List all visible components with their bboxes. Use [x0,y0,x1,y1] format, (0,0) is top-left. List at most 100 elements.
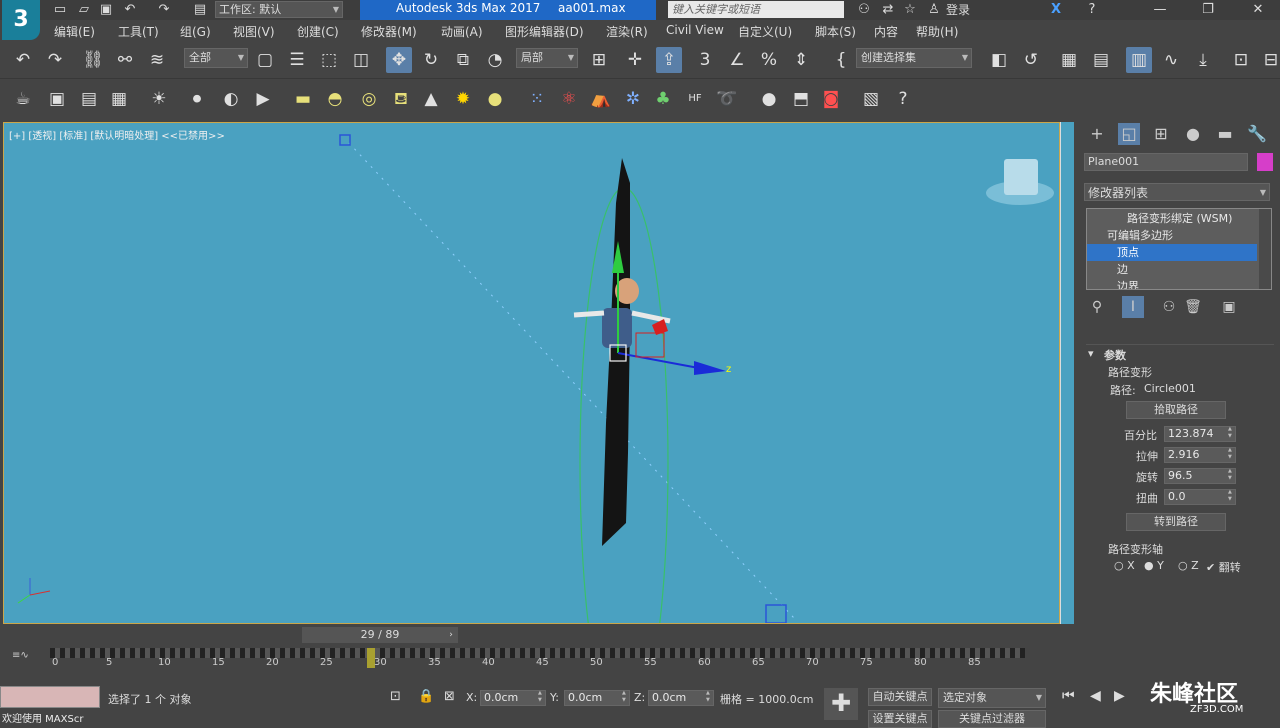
move-to-path-button[interactable]: 转到路径 [1126,513,1226,531]
menu-tools[interactable]: 工具(T) [118,23,159,40]
curve-editor-mini-icon[interactable]: ≡∿ [12,650,29,661]
menu-create[interactable]: 创建(C) [297,23,339,40]
select-and-scale-icon[interactable]: ⧉ [450,47,476,73]
menu-rendering[interactable]: 渲染(R) [606,23,648,40]
lock-selection-icon[interactable]: 🔒 [418,689,434,704]
utilities-tab-icon[interactable]: 🔧 [1246,123,1268,145]
select-and-move-icon[interactable]: ✥ [386,47,412,73]
user-icon[interactable]: ♙ [926,2,942,18]
scene-explorer-icon[interactable]: ▦ [1056,47,1082,73]
twist-spinner[interactable]: 0.0 [1164,489,1236,505]
menu-customize[interactable]: 自定义(U) [738,23,792,40]
menu-edit[interactable]: 编辑(E) [54,23,95,40]
new-file-icon[interactable]: ▭ [52,2,68,18]
binoculars-icon[interactable]: ⚇ [856,2,872,18]
select-object-icon[interactable]: ▢ [252,47,278,73]
project-folder-icon[interactable]: ▤ [192,2,208,18]
modifier-list-dropdown[interactable]: 修改器列表 [1084,183,1270,202]
pick-path-button[interactable]: 拾取路径 [1126,401,1226,419]
grass-icon[interactable]: ♣ [650,86,676,112]
menu-modifiers[interactable]: 修改器(M) [361,23,417,40]
sphere-icon[interactable]: ◎ [356,86,382,112]
settings-panel-icon[interactable]: ▧ [858,86,884,112]
isolate-selection-icon[interactable]: ⊡ [390,689,401,704]
hemisphere-icon[interactable]: ◐ [218,86,244,112]
stack-item-vertex[interactable]: 顶点 [1087,244,1257,261]
track-bar[interactable]: ≡∿ [0,646,1030,670]
disc-icon[interactable]: ● [482,86,508,112]
menu-civil-view[interactable]: Civil View [666,23,724,37]
workspace-dropdown[interactable]: 工作区: 默认 [215,1,343,18]
material-sphere-icon[interactable]: ● [756,86,782,112]
key-filters-button[interactable]: 关键点过滤器 [938,710,1046,728]
z-coord-field[interactable]: 0.0cm [648,690,714,706]
time-slider[interactable]: 29 / 89 [302,627,458,643]
select-and-rotate-icon[interactable]: ↻ [418,47,444,73]
plane-icon[interactable]: ▬ [290,86,316,112]
menu-animation[interactable]: 动画(A) [441,23,483,40]
maxscript-listener-input[interactable] [0,686,100,708]
close-icon[interactable]: ✕ [1250,2,1266,18]
percent-spinner[interactable]: 123.874 [1164,426,1236,442]
texture-map-icon[interactable]: ⬒ [788,86,814,112]
show-end-result-icon[interactable]: Ⅰ [1122,296,1144,318]
snaps-toggle-icon[interactable]: 3 [692,47,718,73]
keyboard-shortcut-override-icon[interactable]: ⇪ [656,47,682,73]
render-frame-icon[interactable]: ▣ [44,86,70,112]
perspective-viewport[interactable]: [+] [透视] [标准] [默认明暗处理] <<已禁用>> z [3,122,1060,624]
stack-item-editable-poly[interactable]: 可编辑多边形 [1087,227,1257,244]
particle-grid-icon[interactable]: ⁙ [524,86,550,112]
pivot-center-icon[interactable]: ⊞ [586,47,612,73]
x-coord-field[interactable]: 0.0cm [480,690,546,706]
angle-snap-icon[interactable]: ∠ [724,47,750,73]
axis-z-radio[interactable]: ○ Z [1178,559,1199,572]
login-label[interactable]: 登录 [946,1,970,18]
menu-scripting[interactable]: 脚本(S) [815,23,856,40]
app-logo[interactable]: 3 [2,0,40,40]
light-icon[interactable]: ☀ [146,86,172,112]
play-icon[interactable]: ▶ [1114,688,1125,704]
pot-icon[interactable]: ⛾ [388,86,414,112]
configure-sets-icon[interactable]: ▣ [1218,296,1240,318]
remove-modifier-icon[interactable]: 🗑 [1182,296,1204,318]
create-tab-icon[interactable]: + [1086,123,1108,145]
edit-named-selection-icon[interactable]: { [828,47,854,73]
sun-icon[interactable]: ✹ [450,86,476,112]
search-input[interactable]: 键入关键字或短语 [668,1,844,18]
restore-icon[interactable]: ❐ [1200,2,1216,18]
render-table-icon[interactable]: ▦ [106,86,132,112]
y-coord-field[interactable]: 0.0cm [564,690,630,706]
go-to-start-icon[interactable]: ⏮ [1062,688,1075,704]
layer-explorer-icon[interactable]: ▤ [1088,47,1114,73]
undo-icon[interactable]: ↶ [10,47,36,73]
flip-checkbox[interactable]: ✔ 翻转 [1206,559,1241,575]
menu-group[interactable]: 组(G) [180,23,211,40]
next-frame-icon[interactable]: › [444,627,458,643]
render-region-icon[interactable]: ◙ [818,86,844,112]
window-crossing-icon[interactable]: ◫ [348,47,374,73]
selection-filter-dropdown[interactable]: 全部 [184,48,248,68]
stretch-spinner[interactable]: 2.916 [1164,447,1236,463]
schematic-view-icon[interactable]: ⤓ [1190,47,1216,73]
render-list-icon[interactable]: ▤ [76,86,102,112]
menu-content[interactable]: 内容 [874,23,898,40]
rotation-spinner[interactable]: 96.5 [1164,468,1236,484]
stack-item-pathdeform-wsm[interactable]: 路径变形绑定 (WSM) [1087,210,1257,227]
percent-snap-icon[interactable]: % [756,47,782,73]
reference-coordinate-dropdown[interactable]: 局部 [516,48,578,68]
autodesk-exchange-icon[interactable]: X [1048,2,1064,18]
modify-tab-icon[interactable]: ◱ [1118,123,1140,145]
bind-to-space-warp-icon[interactable]: ≋ [144,47,170,73]
unlink-selection-icon[interactable]: ⚯ [112,47,138,73]
rollout-title[interactable]: 参数 [1104,347,1126,363]
stack-item-border[interactable]: 边界 [1087,278,1257,289]
redo-icon[interactable]: ↷ [42,47,68,73]
mirror-icon[interactable]: ◧ [986,47,1012,73]
favorite-star-icon[interactable]: ☆ [902,2,918,18]
render-setup-icon[interactable]: ⊟ [1258,47,1280,73]
previous-key-icon[interactable]: ◀ [1090,688,1101,704]
tent-icon[interactable]: ⛺ [588,86,614,112]
auto-key-button[interactable]: 自动关键点 [868,688,932,706]
rectangular-selection-icon[interactable]: ⬚ [316,47,342,73]
material-editor-icon[interactable]: ⊡ [1228,47,1254,73]
